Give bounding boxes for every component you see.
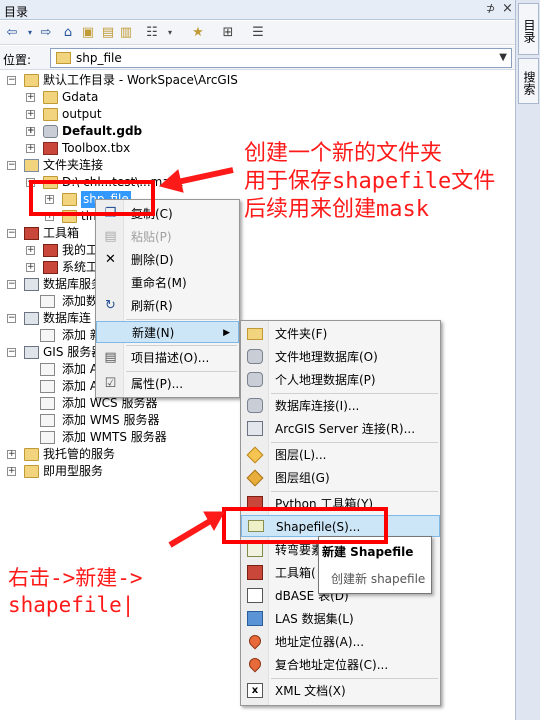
annotation-line-3: 后续用来创建mask	[244, 197, 429, 222]
annotation-line-1: 创建一个新的文件夹	[244, 141, 443, 166]
annotation-line-4: 右击->新建->	[8, 566, 143, 590]
annotation-line-2: 用于保存shapefile文件	[244, 169, 496, 194]
arrow-top-shaft	[172, 167, 234, 186]
arrow-top-head	[158, 169, 184, 193]
annotation-line-5: shapefile|	[8, 593, 135, 617]
